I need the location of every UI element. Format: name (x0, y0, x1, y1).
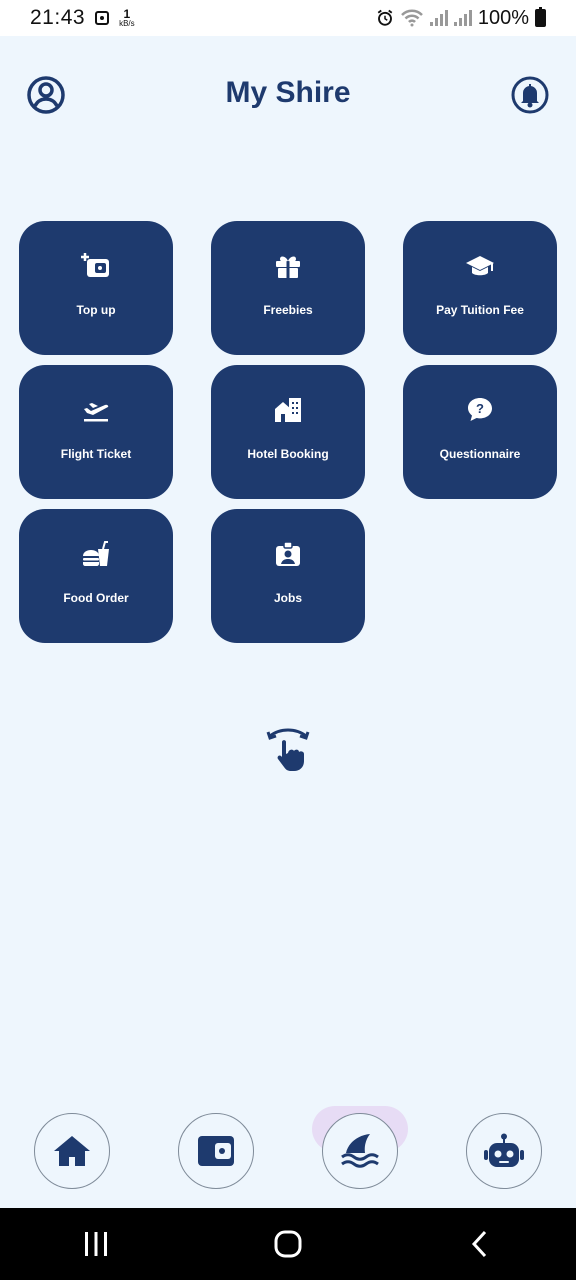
swipe-hand-icon[interactable] (266, 726, 310, 772)
services-grid: Top up Freebies Pay Tuition Fee Flight T… (19, 221, 557, 643)
tile-top-up[interactable]: Top up (19, 221, 173, 355)
wifi-icon (400, 9, 423, 27)
back-button[interactable] (450, 1219, 510, 1269)
screen-record-icon (95, 11, 110, 25)
wallet-icon (198, 1136, 234, 1166)
tile-label: Hotel Booking (247, 447, 329, 461)
gift-icon (273, 251, 303, 281)
plane-departure-icon (81, 395, 111, 425)
home-system-button[interactable] (258, 1219, 318, 1269)
back-chevron-icon (471, 1230, 487, 1258)
system-nav-bar (0, 1208, 576, 1280)
tile-food-order[interactable]: Food Order (19, 509, 173, 643)
tile-label: Flight Ticket (60, 447, 132, 461)
alarm-icon (377, 9, 393, 26)
data-rate: 1 kB/s (119, 6, 135, 28)
page-title: My Shire (225, 76, 351, 109)
battery-text: 100% (477, 6, 529, 29)
shark-fin-icon (341, 1134, 379, 1168)
notifications-button[interactable] (510, 75, 550, 115)
tile-label: Jobs (273, 591, 302, 605)
nav-bot-button[interactable] (466, 1113, 542, 1189)
tile-label: Top up (76, 303, 116, 317)
status-right: 100% (376, 7, 546, 30)
question-chat-icon: ? (465, 395, 495, 425)
app-header: My Shire (0, 66, 576, 126)
bottom-nav (0, 1100, 576, 1200)
status-left: 21:43 1 kB/s (30, 6, 135, 30)
nav-wallet-button[interactable] (178, 1113, 254, 1189)
recent-apps-icon (85, 1232, 107, 1256)
tile-label: Questionnaire (439, 447, 521, 461)
recent-apps-button[interactable] (66, 1219, 126, 1269)
nav-home-button[interactable] (34, 1113, 110, 1189)
home-circle-icon (274, 1230, 302, 1258)
battery-icon (535, 7, 546, 27)
tile-flight-ticket[interactable]: Flight Ticket (19, 365, 173, 499)
nav-shark-button[interactable] (322, 1113, 398, 1189)
tile-questionnaire[interactable]: ? Questionnaire (403, 365, 557, 499)
burger-drink-icon (81, 539, 111, 569)
tile-hotel-booking[interactable]: Hotel Booking (211, 365, 365, 499)
svg-text:?: ? (476, 401, 484, 416)
id-badge-icon (273, 539, 303, 569)
home-icon (54, 1136, 90, 1166)
status-bar: 21:43 1 kB/s 100% (0, 0, 576, 36)
wallet-plus-icon (81, 251, 111, 281)
robot-icon (484, 1133, 524, 1167)
bell-icon (511, 76, 549, 114)
signal-2-icon (453, 10, 472, 26)
data-rate-value: 1 (123, 6, 131, 21)
graduation-cap-icon (465, 251, 495, 281)
building-icon (273, 395, 303, 425)
tile-label: Food Order (63, 591, 129, 605)
tile-jobs[interactable]: Jobs (211, 509, 365, 643)
tile-freebies[interactable]: Freebies (211, 221, 365, 355)
tile-pay-tuition-fee[interactable]: Pay Tuition Fee (403, 221, 557, 355)
signal-icon (429, 10, 448, 26)
tile-label: Freebies (263, 303, 313, 317)
status-time: 21:43 (30, 6, 86, 29)
tile-label: Pay Tuition Fee (436, 303, 524, 317)
data-rate-unit: kB/s (119, 18, 135, 28)
